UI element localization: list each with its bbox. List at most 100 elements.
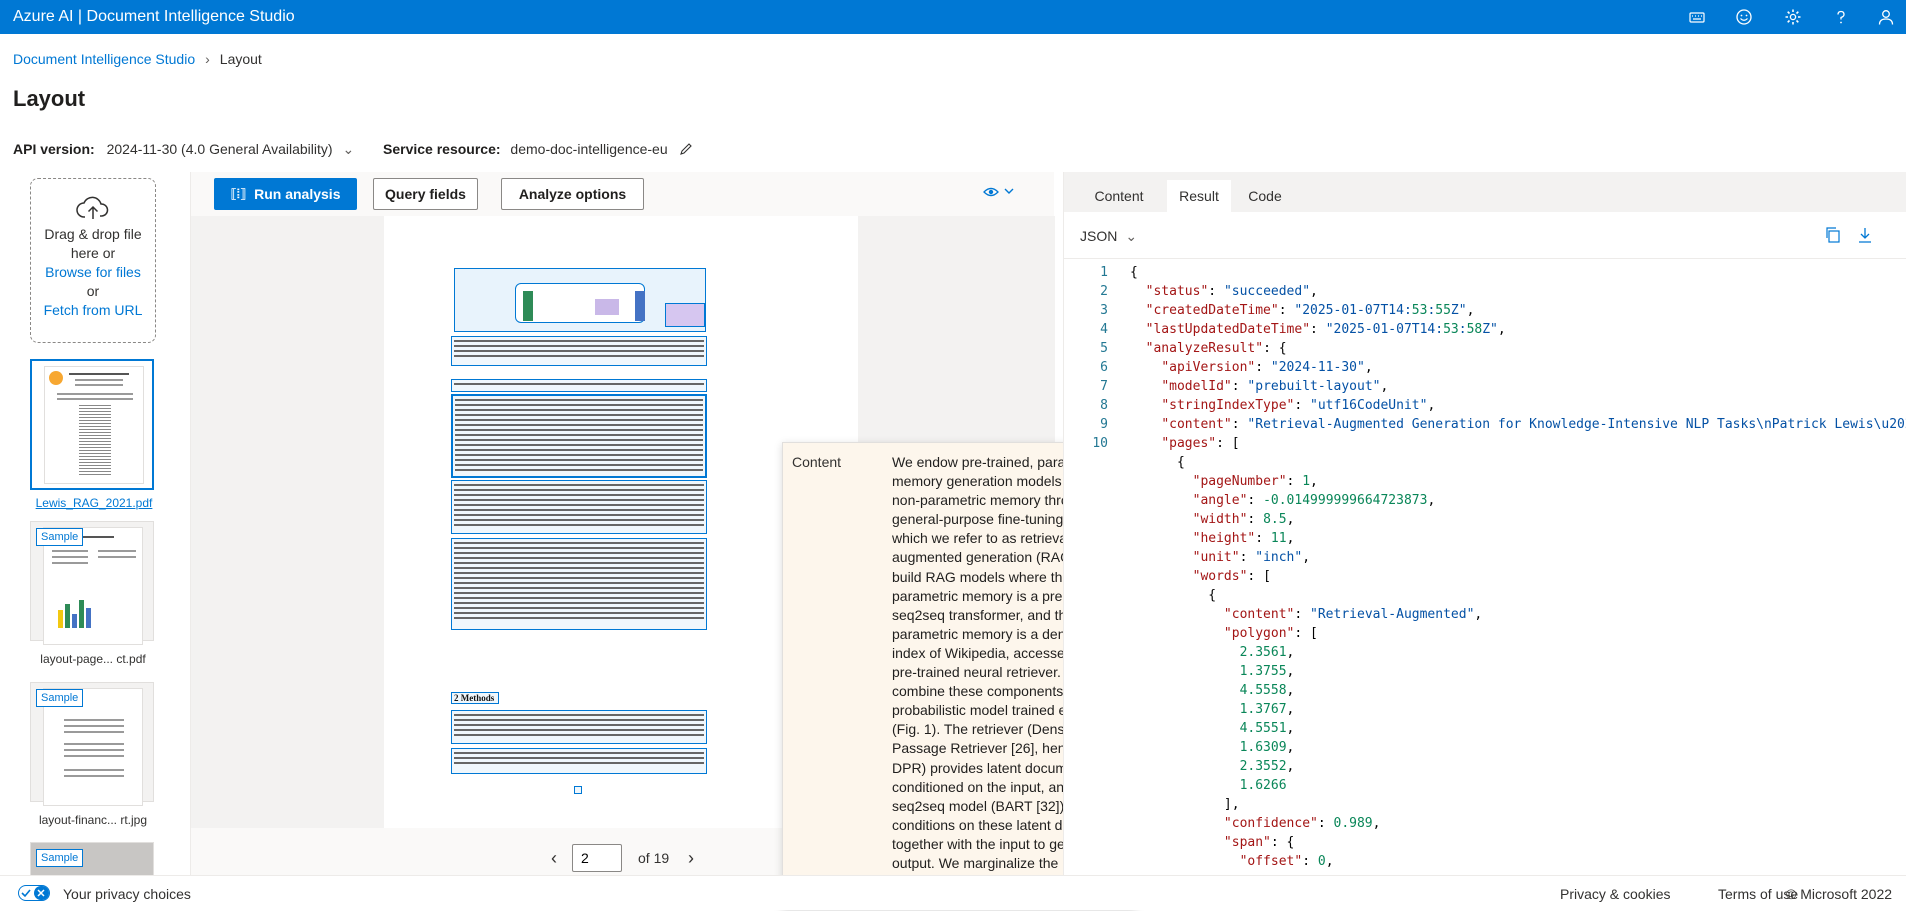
footnote-region[interactable] (451, 748, 707, 774)
tab-result[interactable]: Result (1167, 180, 1231, 212)
feedback-smiley-icon[interactable] (1731, 4, 1757, 30)
code-text: 1.3755, (1239, 664, 1295, 679)
page-number-input[interactable] (572, 844, 622, 872)
edit-pencil-icon[interactable] (678, 141, 694, 157)
format-dropdown[interactable]: JSON ⌄ (1080, 228, 1137, 245)
chevron-down-icon[interactable]: ⌄ (342, 141, 354, 157)
run-analysis-icon: ⟦⦙⟧ (230, 186, 247, 201)
help-question-icon[interactable] (1828, 4, 1854, 30)
code-text: 1.6266 (1239, 778, 1287, 793)
code-text: 4.5558, (1239, 683, 1295, 698)
footer: Your privacy choices Privacy & cookies T… (0, 875, 1906, 910)
download-icon[interactable] (1856, 226, 1874, 249)
code-text: "pageNumber": 1, (1192, 474, 1318, 489)
service-resource: Service resource: demo-doc-intelligence-… (383, 141, 694, 157)
privacy-toggle-icon[interactable] (18, 885, 50, 904)
run-analysis-button[interactable]: ⟦⦙⟧ Run analysis (214, 178, 357, 210)
copyright-text: © Microsoft 2022 (1786, 886, 1893, 902)
line-number: 3 (1100, 303, 1108, 318)
code-text: "lastUpdatedDateTime": "2025-01-07T14:53… (1145, 322, 1506, 337)
code-text: 2.3552, (1239, 759, 1295, 774)
api-version: API version: 2024-11-30 (4.0 General Ava… (13, 141, 354, 158)
fetch-url-link[interactable]: Fetch from URL (31, 301, 155, 320)
app-title: Azure AI | Document Intelligence Studio (13, 8, 295, 25)
tab-content[interactable]: Content (1072, 180, 1166, 212)
browse-files-link[interactable]: Browse for files (31, 263, 155, 282)
chevron-down-icon: ⌄ (1125, 228, 1138, 244)
thumbnail-logo-mark (49, 371, 63, 385)
api-version-label: API version: (13, 141, 95, 157)
breadcrumb: Document Intelligence Studio › Layout (13, 51, 262, 67)
service-resource-label: Service resource: (383, 141, 501, 157)
code-text: "width": 8.5, (1192, 512, 1295, 527)
sample-badge: Sample (36, 849, 84, 867)
line-number: 7 (1100, 379, 1108, 394)
file-name[interactable]: layout-page... ct.pdf (31, 652, 155, 666)
code-text: "angle": -0.014999999664723873, (1192, 493, 1436, 508)
sample-badge: Sample (36, 689, 84, 707)
tab-code[interactable]: Code (1232, 180, 1298, 212)
figure-caption-region[interactable] (451, 336, 707, 366)
breadcrumb-root-link[interactable]: Document Intelligence Studio (13, 51, 195, 67)
copy-icon[interactable] (1824, 226, 1842, 249)
line-number: 10 (1092, 436, 1108, 451)
settings-gear-icon[interactable] (1780, 4, 1806, 30)
code-text: "span": { (1223, 835, 1295, 850)
file-name[interactable]: Lewis_RAG_2021.pdf (32, 496, 156, 510)
file-thumbnail-layout-financial[interactable]: Sample layout-financ... rt.jpg (30, 682, 154, 827)
line-number: 4 (1100, 322, 1108, 337)
code-text: "stringIndexType": "utf16CodeUnit", (1161, 398, 1436, 413)
chevron-right-icon: › (205, 51, 210, 67)
code-text: 2.3561, (1239, 645, 1295, 660)
line-number: 1 (1100, 265, 1108, 280)
json-code-viewer[interactable]: 1 {2 "status": "succeeded", 3 "createdDate… (1064, 258, 1906, 910)
sample-badge: Sample (36, 528, 84, 546)
dropzone-text-line2: here or (70, 245, 116, 261)
previous-page-chevron-icon[interactable]: ‹ (551, 848, 557, 869)
result-panel: Content Result Code JSON ⌄ 1 {2 "status": … (1063, 172, 1906, 910)
code-text: { (1130, 265, 1138, 280)
code-text: "content": "Retrieval-Augmented Generati… (1161, 417, 1906, 432)
file-thumbnail-layout-page[interactable]: Sample layout-page... ct.pdf (30, 521, 154, 666)
paragraph-region[interactable] (451, 480, 707, 534)
line-number: 9 (1100, 417, 1108, 432)
document-page-preview (44, 366, 144, 484)
privacy-choices-link[interactable]: Your privacy choices (63, 886, 191, 902)
analyze-options-button[interactable]: Analyze options (501, 178, 644, 210)
paragraph-region[interactable] (451, 710, 707, 744)
code-text: "content": "Retrieval-Augmented", (1223, 607, 1483, 622)
section-heading-region[interactable]: 2 Methods (451, 692, 499, 704)
dropzone-text-line1: Drag & drop file (44, 226, 142, 242)
code-text: { (1130, 588, 1217, 603)
paragraph-region[interactable] (451, 379, 707, 392)
file-thumbnail-lewis-rag[interactable]: Lewis_RAG_2021.pdf (30, 359, 154, 510)
breadcrumb-current: Layout (219, 51, 262, 67)
paragraph-region-hovered[interactable] (451, 394, 707, 478)
page-number-region[interactable] (574, 786, 582, 794)
api-version-dropdown[interactable]: 2024-11-30 (4.0 General Availability) (107, 141, 333, 157)
run-analysis-label: Run analysis (254, 186, 341, 202)
format-label: JSON (1080, 228, 1118, 244)
code-text: ], (1130, 797, 1240, 812)
paragraph-region[interactable] (451, 538, 707, 630)
file-name[interactable]: layout-financ... rt.jpg (31, 813, 155, 827)
query-fields-button[interactable]: Query fields (373, 178, 478, 210)
line-number: 6 (1100, 360, 1108, 375)
figure-region[interactable] (454, 268, 706, 332)
keyboard-icon[interactable] (1684, 4, 1710, 30)
result-tabs: Content Result Code (1064, 172, 1906, 212)
account-person-icon[interactable] (1873, 4, 1899, 30)
code-text: "confidence": 0.989, (1223, 816, 1381, 831)
code-text: 4.5551, (1239, 721, 1295, 736)
privacy-cookies-link[interactable]: Privacy & cookies (1560, 886, 1670, 902)
code-text: "apiVersion": "2024-11-30", (1161, 360, 1373, 375)
service-resource-value: demo-doc-intelligence-eu (510, 141, 668, 157)
code-text: 1.3767, (1239, 702, 1295, 717)
code-text: 1.6309, (1239, 740, 1295, 755)
analyze-options-label: Analyze options (518, 186, 627, 202)
next-page-chevron-icon[interactable]: › (688, 848, 694, 869)
file-dropzone[interactable]: Drag & drop file here or Browse for file… (30, 178, 156, 343)
code-text: "modelId": "prebuilt-layout", (1161, 379, 1389, 394)
view-options-eye-icon[interactable] (983, 184, 1017, 203)
tooltip-label: Content (792, 454, 842, 470)
